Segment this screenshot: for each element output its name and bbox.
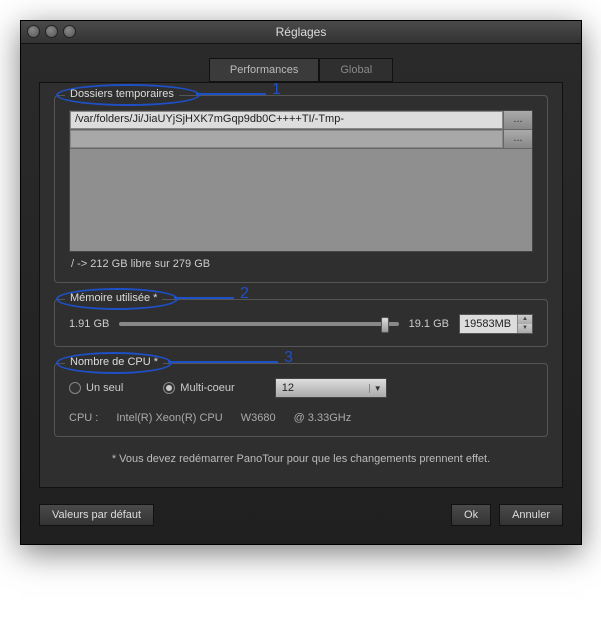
zoom-icon[interactable]: [63, 25, 76, 38]
memory-min-label: 1.91 GB: [69, 318, 109, 330]
memory-max-label: 19.1 GB: [409, 318, 449, 330]
cpu-multi-radio[interactable]: Multi-coeur: [163, 382, 234, 394]
folder-row: ...: [70, 130, 532, 149]
cpu-info-model: Intel(R) Xeon(R) CPU: [116, 412, 222, 424]
ok-button[interactable]: Ok: [451, 504, 491, 526]
cpu-info-label: CPU :: [69, 412, 98, 424]
restart-note: * Vous devez redémarrer PanoTour pour qu…: [54, 453, 548, 465]
folder-path-input[interactable]: /var/folders/Ji/JiaUYjSjHXK7mGqp9db0C+++…: [70, 111, 503, 129]
defaults-button[interactable]: Valeurs par défaut: [39, 504, 154, 526]
cancel-button[interactable]: Annuler: [499, 504, 563, 526]
minimize-icon[interactable]: [45, 25, 58, 38]
memory-slider[interactable]: [119, 322, 398, 326]
cpu-title: Nombre de CPU *: [65, 356, 163, 368]
titlebar[interactable]: Réglages: [21, 21, 581, 44]
close-icon[interactable]: [27, 25, 40, 38]
folder-row: /var/folders/Ji/JiaUYjSjHXK7mGqp9db0C+++…: [70, 111, 532, 130]
spin-up-icon[interactable]: ▲: [518, 315, 532, 324]
folder-path-input[interactable]: [70, 130, 503, 148]
free-space-label: / -> 212 GB libre sur 279 GB: [69, 258, 533, 270]
memory-title: Mémoire utilisée *: [65, 292, 162, 304]
memory-value: 19583MB: [460, 318, 517, 330]
cpu-info-clock: @ 3.33GHz: [294, 412, 352, 424]
cpu-single-label: Un seul: [86, 382, 123, 394]
cpu-count-dropdown[interactable]: 12 ▼: [275, 378, 387, 398]
cpu-single-radio[interactable]: Un seul: [69, 382, 123, 394]
browse-button[interactable]: ...: [503, 111, 532, 129]
cpu-group: Nombre de CPU * Un seul Multi-coeur 12: [54, 363, 548, 437]
tab-global[interactable]: Global: [319, 58, 393, 82]
window-title: Réglages: [276, 25, 327, 39]
temp-folders-group: Dossiers temporaires /var/folders/Ji/Jia…: [54, 95, 548, 283]
radio-icon: [69, 382, 81, 394]
chevron-down-icon: ▼: [369, 384, 386, 393]
temp-folders-title: Dossiers temporaires: [65, 88, 179, 100]
memory-spinbox[interactable]: 19583MB ▲ ▼: [459, 314, 533, 334]
performances-panel: Dossiers temporaires /var/folders/Ji/Jia…: [39, 82, 563, 488]
memory-group: Mémoire utilisée * 1.91 GB 19.1 GB 19583…: [54, 299, 548, 347]
browse-button[interactable]: ...: [503, 130, 532, 148]
spin-down-icon[interactable]: ▼: [518, 324, 532, 333]
cpu-count-value: 12: [276, 382, 369, 394]
cpu-multi-label: Multi-coeur: [180, 382, 234, 394]
cpu-info-row: CPU : Intel(R) Xeon(R) CPU W3680 @ 3.33G…: [69, 412, 533, 424]
tab-performances[interactable]: Performances: [209, 58, 319, 82]
cpu-info-number: W3680: [241, 412, 276, 424]
folder-list: /var/folders/Ji/JiaUYjSjHXK7mGqp9db0C+++…: [69, 110, 533, 252]
settings-window: Réglages Performances Global Dossiers te…: [20, 20, 582, 545]
radio-icon: [163, 382, 175, 394]
